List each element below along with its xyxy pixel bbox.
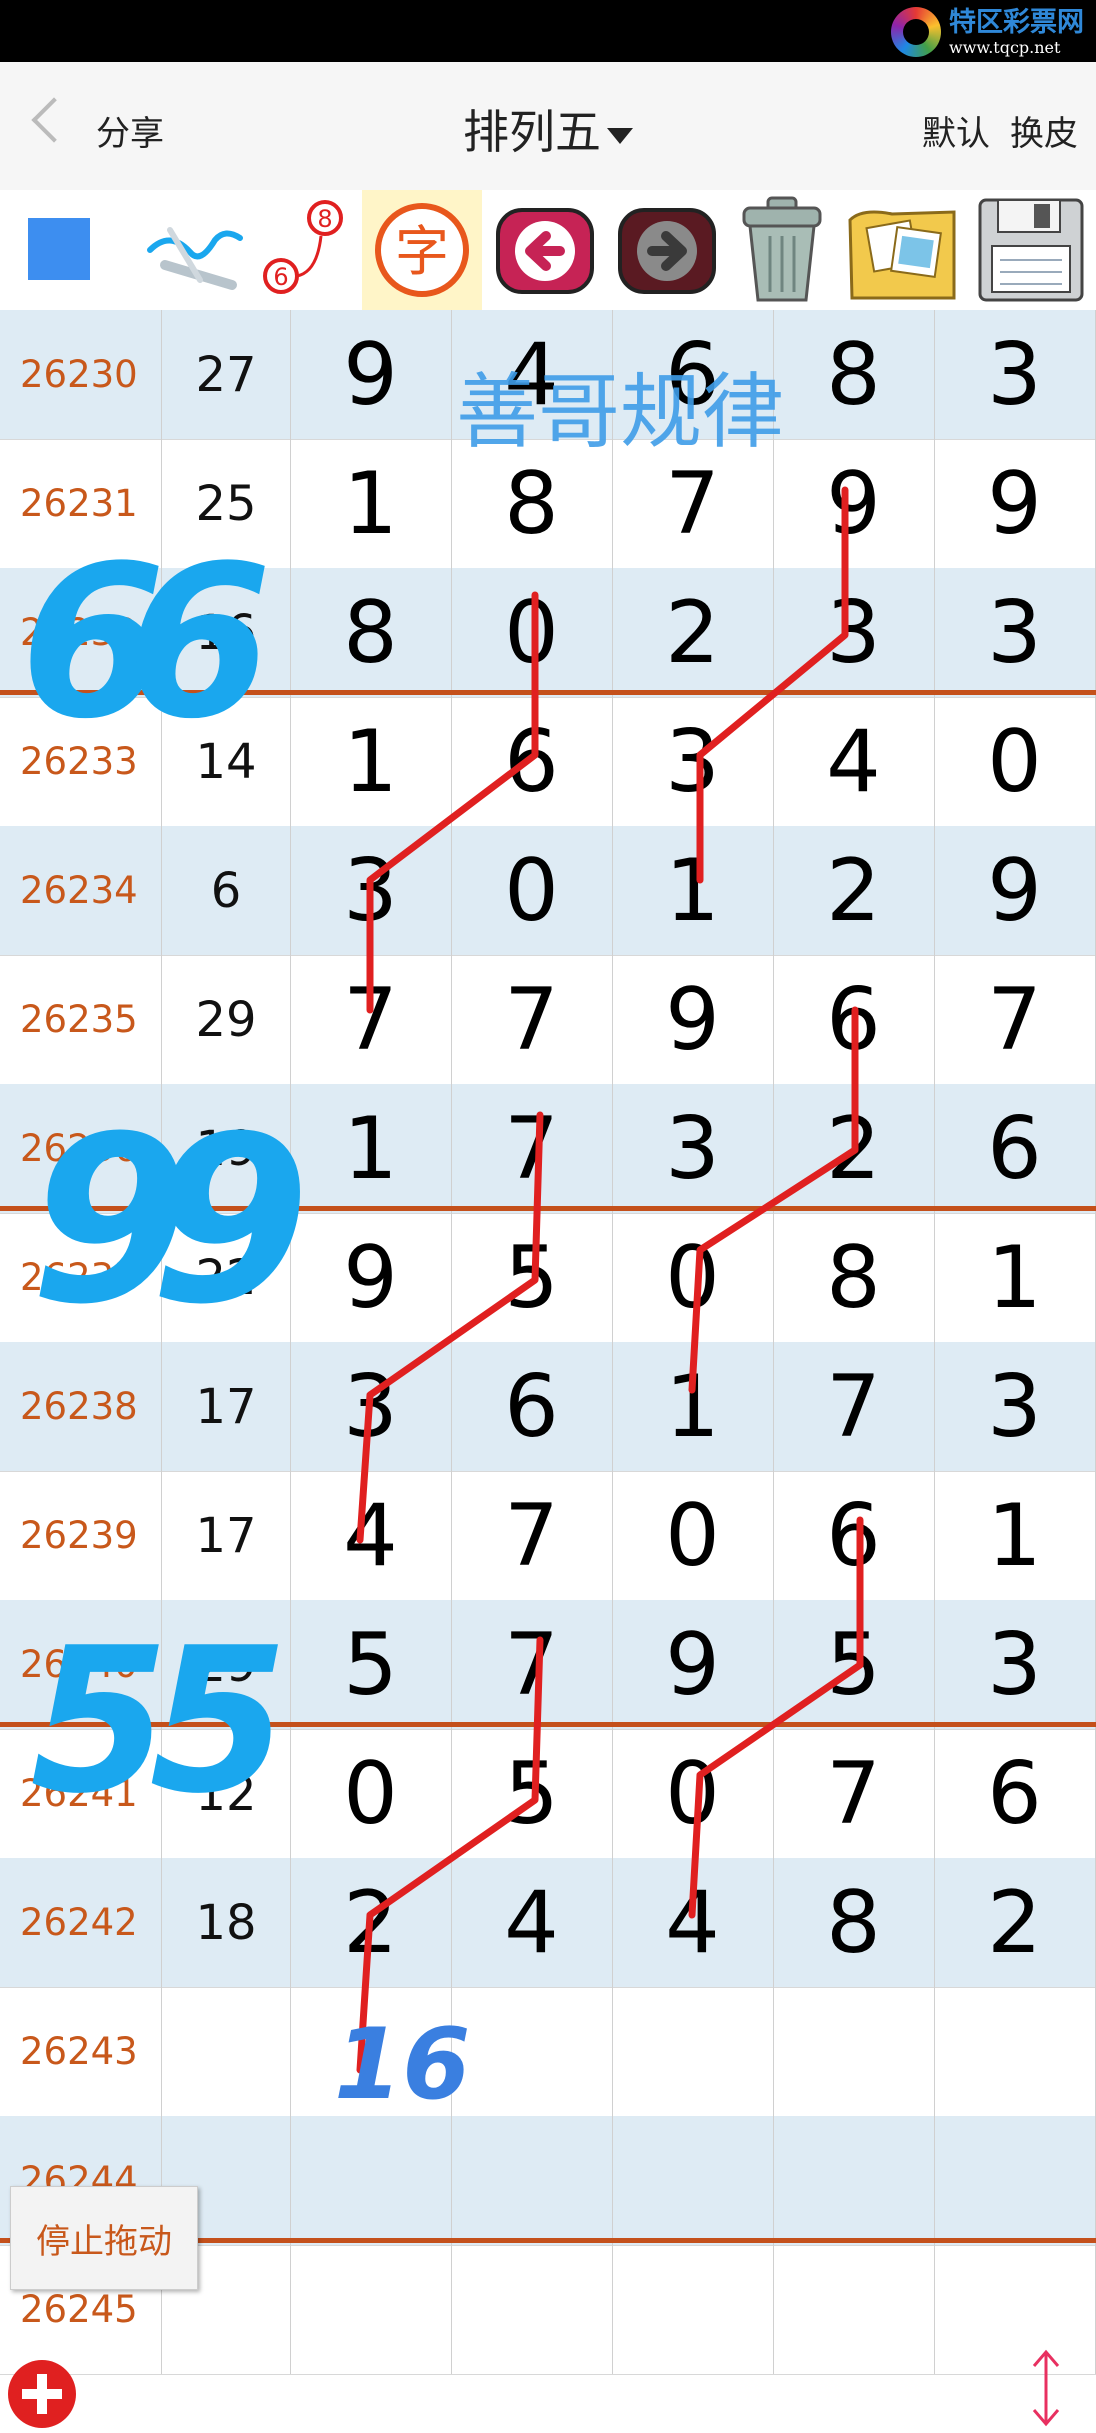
stop-drag-button[interactable]: 停止拖动 [10,2186,198,2290]
red-trend-line [356,1636,544,2074]
watermark-text: 善哥规律 [456,365,784,460]
trend-lines [356,486,864,2074]
up-down-arrows-icon[interactable] [1026,2348,1066,2428]
blue-mark-prediction: 16 [334,2008,470,2122]
red-trend-line [366,591,539,1014]
red-trend-line [688,1006,859,1394]
red-trend-line [356,1111,544,1544]
drawing-overlay: 善哥规律 66 99 55 16 [20,365,864,2122]
blue-mark-99: 99 [30,1088,300,1355]
red-trend-line [696,486,849,884]
add-plus-icon[interactable] [8,2360,76,2428]
blue-mark-55: 55 [30,1605,278,1838]
blue-mark-66: 66 [20,520,265,765]
red-trend-line [688,1516,864,1919]
